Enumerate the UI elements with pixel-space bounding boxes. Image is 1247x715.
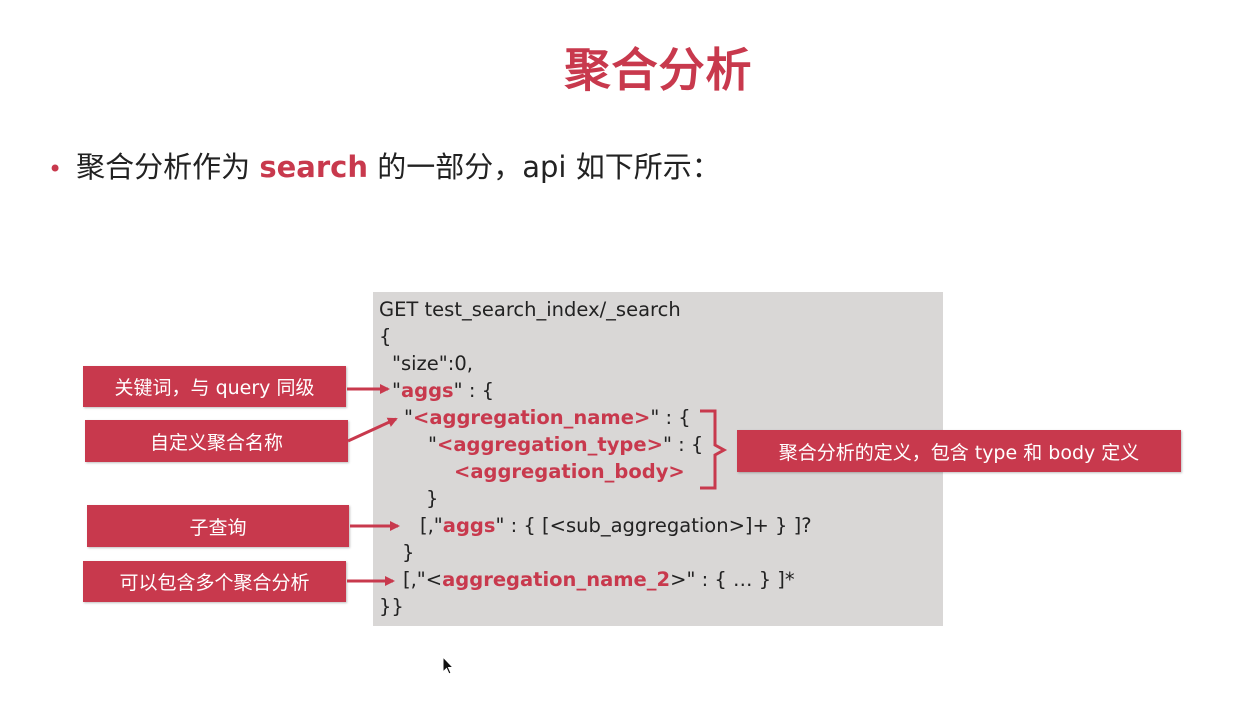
- annotation-arrows: [347, 384, 728, 586]
- arrow-custom-name-icon: [347, 417, 398, 443]
- brace-icon: [700, 409, 728, 490]
- mouse-cursor-icon: [442, 656, 455, 675]
